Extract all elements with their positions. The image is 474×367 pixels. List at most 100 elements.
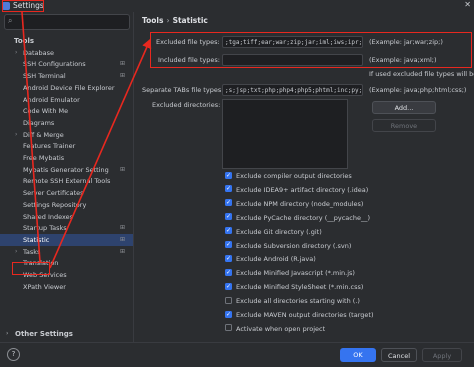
separate-tabs-field[interactable]: ;s;jsp;txt;php;php4;php5;phtml;inc;py;vu…	[222, 84, 363, 96]
sidebar-item-server-certificates[interactable]: Server Certificates	[0, 187, 133, 199]
if-used-note: If used excluded file types will be	[369, 70, 474, 78]
checkbox-exclude-pycache-directory-pycache[interactable]: ✓ Exclude PyCache directory (__pycache__)	[225, 213, 370, 223]
sidebar-item-statistic[interactable]: Statistic ⊞	[0, 233, 133, 246]
sidebar-item-tasks[interactable]: › Tasks ⊞	[0, 246, 133, 258]
close-icon[interactable]: ✕	[464, 0, 471, 9]
sidebar-item-label: Database	[23, 48, 55, 57]
checkbox-exclude-subversion-directory-svn[interactable]: ✓ Exclude Subversion directory (.svn)	[225, 241, 351, 251]
help-icon[interactable]: ?	[7, 348, 20, 361]
settings-grid-icon: ⊞	[119, 247, 125, 255]
checkmark-icon[interactable]: ✓	[225, 282, 232, 290]
breadcrumb-statistic: Statistic	[172, 16, 208, 25]
sidebar-item-label: Android Device File Explorer	[23, 83, 115, 92]
breadcrumb: Tools › Statistic	[142, 16, 208, 25]
apply-button[interactable]: Apply	[422, 348, 462, 362]
checkmark-icon[interactable]: ✓	[225, 241, 232, 248]
settings-grid-icon: ⊞	[119, 72, 125, 80]
checkmark-icon[interactable]: ✓	[225, 171, 232, 179]
sidebar-item-settings-repository[interactable]: Settings Repository	[0, 199, 133, 211]
checkbox-label: Exclude Subversion directory (.svn)	[236, 241, 352, 250]
checkbox-label: Exclude Git directory (.git)	[236, 227, 322, 236]
checkbox-exclude-git-directory-git[interactable]: ✓ Exclude Git directory (.git)	[225, 227, 322, 237]
annotation-box-file-types	[150, 32, 472, 68]
sidebar-item-label: Code With Me	[23, 107, 69, 116]
sidebar-item-android-device-file-explorer[interactable]: Android Device File Explorer	[0, 82, 133, 94]
search-icon: ⌕	[8, 16, 13, 25]
checkmark-icon[interactable]: ✓	[225, 213, 232, 221]
excluded-directories-list[interactable]	[222, 99, 348, 169]
remove-button[interactable]: Remove	[372, 119, 436, 132]
ok-button[interactable]: OK	[340, 348, 376, 362]
checkbox-exclude-maven-output-directories-target[interactable]: ✓ Exclude MAVEN output directories (targe…	[225, 310, 373, 320]
chevron-right-icon[interactable]: ›	[6, 328, 8, 340]
checkbox-label: Exclude all directories starting with (.…	[236, 297, 360, 306]
sidebar-item-label: Android Emulator	[23, 95, 80, 104]
chevron-right-icon[interactable]: ›	[15, 246, 17, 258]
sidebar-item-label: Free Mybatis	[23, 154, 65, 162]
separate-example: (Example: java;php;html;css;)	[369, 86, 467, 94]
chevron-right-icon[interactable]: ›	[15, 129, 17, 141]
sidebar-item-label: Other Settings	[15, 330, 73, 338]
sidebar-item-label: Statistic	[23, 235, 50, 244]
checkbox-empty-icon[interactable]	[225, 296, 232, 304]
title-bar: Settings ✕	[0, 0, 474, 12]
checkbox-exclude-android-r-java[interactable]: ✓ Exclude Android (R.java)	[225, 254, 316, 264]
sidebar-item-other-settings[interactable]: › Other Settings	[0, 328, 133, 340]
sidebar-item-label: SSH Configurations	[23, 60, 86, 69]
sidebar-item-label: Features Trainer	[23, 142, 76, 151]
sidebar-item-diff-merge[interactable]: › Diff & Merge	[0, 129, 133, 141]
sidebar-item-features-trainer[interactable]: Features Trainer	[0, 140, 133, 152]
sidebar-item-label: Diagrams	[23, 118, 55, 127]
sidebar-item-label: Remote SSH External Tools	[23, 177, 111, 186]
sidebar-item-xpath-viewer[interactable]: XPath Viewer	[0, 281, 133, 293]
sidebar-item-label: Settings Repository	[23, 200, 87, 209]
checkmark-icon[interactable]: ✓	[225, 254, 232, 262]
checkbox-label: Exclude Android (R.java)	[236, 255, 316, 264]
sidebar-item-ssh-configurations[interactable]: SSH Configurations ⊞	[0, 58, 133, 70]
settings-grid-icon: ⊞	[119, 165, 125, 173]
checkmark-icon[interactable]: ✓	[225, 310, 232, 318]
checkmark-icon[interactable]: ✓	[225, 185, 232, 193]
checkmark-icon[interactable]: ✓	[225, 268, 232, 276]
checkbox-empty-icon[interactable]	[225, 324, 232, 332]
settings-sidebar: ⌕ Tools › Database SSH Configurations ⊞ SSH T…	[0, 12, 134, 342]
checkbox-label: Exclude compiler output directories	[236, 172, 352, 180]
checkbox-exclude-minified-javascript-min-js[interactable]: ✓ Exclude Minified Javascript (*.min.js)	[225, 268, 355, 278]
sidebar-item-shared-indexes[interactable]: Shared Indexes	[0, 211, 133, 223]
chevron-right-icon[interactable]: ›	[15, 47, 17, 59]
settings-grid-icon: ⊞	[119, 235, 125, 243]
sidebar-item-label: Mybatis Generator Setting	[23, 165, 109, 174]
sidebar-item-ssh-terminal[interactable]: SSH Terminal ⊞	[0, 70, 133, 82]
checkmark-icon[interactable]: ✓	[225, 199, 232, 207]
sidebar-item-database[interactable]: › Database	[0, 47, 133, 59]
dialog-footer: ? OK Cancel Apply	[0, 342, 474, 367]
checkmark-icon[interactable]: ✓	[225, 227, 232, 235]
search-input[interactable]: ⌕	[4, 14, 130, 30]
breadcrumb-tools[interactable]: Tools	[142, 16, 163, 25]
sidebar-item-label: Tools	[14, 37, 35, 45]
checkbox-exclude-compiler-output-directories[interactable]: ✓ Exclude compiler output directories	[225, 171, 352, 181]
sidebar-item-remote-ssh-external-tools[interactable]: Remote SSH External Tools	[0, 175, 133, 187]
sidebar-item-code-with-me[interactable]: Code With Me	[0, 105, 133, 117]
checkbox-label: Exclude IDEA9+ artifact directory (.idea…	[236, 185, 369, 194]
checkbox-label: Activate when open project	[236, 324, 326, 333]
add-button[interactable]: Add...	[372, 101, 436, 114]
sidebar-item-free-mybatis[interactable]: Free Mybatis	[0, 152, 133, 164]
sidebar-item-startup-tasks[interactable]: Startup Tasks ⊞	[0, 222, 133, 234]
checkbox-exclude-minified-stylesheet-min-css[interactable]: ✓ Exclude Minified StyleSheet (*.min.css)	[225, 282, 363, 292]
sidebar-item-mybatis-generator-setting[interactable]: Mybatis Generator Setting ⊞	[0, 164, 133, 176]
checkbox-exclude-idea9-artifact-directory-idea[interactable]: ✓ Exclude IDEA9+ artifact directory (.ide…	[225, 185, 368, 195]
sidebar-item-android-emulator[interactable]: Android Emulator	[0, 94, 133, 106]
checkbox-exclude-npm-directory-node-modules[interactable]: ✓ Exclude NPM directory (node_modules)	[225, 199, 363, 209]
settings-grid-icon: ⊞	[119, 224, 125, 232]
cancel-button[interactable]: Cancel	[381, 348, 417, 362]
separate-tabs-label: Separate TABs file types:	[142, 86, 224, 94]
sidebar-item-label: SSH Terminal	[23, 72, 66, 81]
sidebar-item-label: Tasks	[23, 247, 41, 256]
sidebar-item-tools[interactable]: Tools	[0, 35, 133, 47]
checkbox-label: Exclude PyCache directory (__pycache__)	[236, 213, 371, 222]
checkbox-exclude-all-directories-starting-with[interactable]: Exclude all directories starting with (.…	[225, 296, 360, 306]
sidebar-item-diagrams[interactable]: Diagrams	[0, 117, 133, 129]
checkbox-activate-when-open-project[interactable]: Activate when open project	[225, 324, 325, 334]
checkbox-label: Exclude Minified StyleSheet (*.min.css)	[236, 283, 364, 292]
